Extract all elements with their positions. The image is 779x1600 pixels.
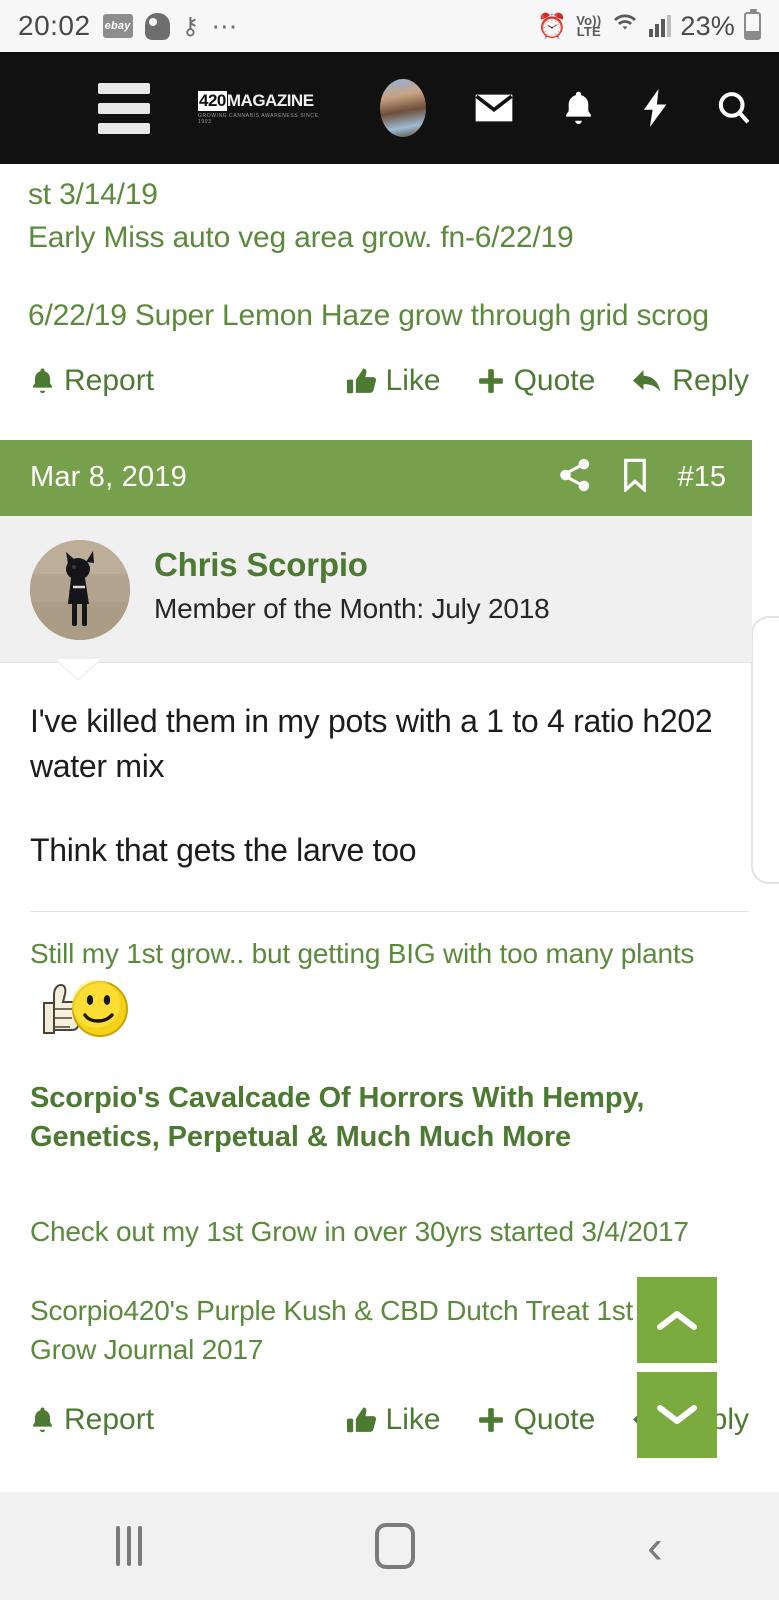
post-date: Mar 8, 2019	[30, 461, 187, 494]
home-icon	[374, 1523, 415, 1569]
android-navigation-bar: ‹	[0, 1492, 779, 1600]
quote-button[interactable]: Quote	[477, 363, 596, 398]
author-notch	[56, 660, 100, 681]
site-navbar: 420 MAGAZINE GROWING CANNABIS AWARENESS S…	[0, 52, 779, 164]
scroll-down-button[interactable]	[637, 1372, 717, 1458]
author-name[interactable]: Chris Scorpio	[154, 546, 550, 584]
bell-icon[interactable]	[562, 90, 595, 126]
thumbs-up-smiley-emoticon	[30, 977, 135, 1039]
quote-button[interactable]: Quote	[477, 1403, 596, 1437]
cellular-signal-icon	[649, 15, 672, 37]
ghost-app-icon	[144, 12, 170, 40]
signature-line-1: Still my 1st grow.. but getting BIG with…	[30, 938, 695, 970]
report-button[interactable]: Report	[30, 1403, 154, 1437]
dog-avatar-image	[30, 539, 130, 640]
prev-sig-line-2[interactable]: Early Miss auto veg area grow. fn-6/22/1…	[28, 217, 751, 260]
report-label: Report	[64, 363, 155, 397]
mail-icon[interactable]	[474, 93, 514, 123]
recents-icon	[116, 1526, 143, 1566]
post-number: #15	[677, 461, 726, 494]
lightning-icon[interactable]	[643, 89, 669, 127]
previous-post-actions: Report Like Quote Reply	[0, 338, 779, 428]
ebay-icon: ebay	[102, 14, 133, 38]
battery-icon	[744, 9, 761, 40]
like-label: Like	[385, 1403, 441, 1437]
battery-percent-label: 23%	[680, 10, 735, 41]
signature-link-bold[interactable]: Scorpio's Cavalcade Of Horrors With Hemp…	[30, 1079, 749, 1157]
status-bar-time: 20:02	[18, 10, 91, 41]
avatar[interactable]	[380, 79, 426, 137]
like-button[interactable]: Like	[346, 1403, 441, 1437]
site-logo-tagline: GROWING CANNABIS AWARENESS SINCE 1993	[198, 113, 319, 125]
author-title: Member of the Month: July 2018	[154, 592, 550, 624]
quote-label: Quote	[513, 1403, 596, 1437]
hamburger-menu-icon[interactable]	[98, 82, 150, 134]
post-author-block: Chris Scorpio Member of the Month: July …	[0, 515, 752, 681]
search-icon[interactable]	[717, 90, 751, 126]
reply-button[interactable]: Reply	[631, 364, 749, 398]
post-header-bar: Mar 8, 2019 #15	[0, 439, 752, 516]
scroll-up-button[interactable]	[637, 1277, 717, 1363]
volte-bottom-label: LTE	[576, 24, 601, 39]
prev-sig-line-1: st 3/14/19	[28, 178, 158, 211]
reply-label: Reply	[672, 363, 749, 397]
post-paragraph-2: Think that gets the larve too	[30, 831, 417, 868]
report-label: Report	[64, 1403, 155, 1437]
alarm-icon: ⏰	[537, 12, 568, 40]
recents-button[interactable]	[116, 1526, 143, 1566]
like-label: Like	[385, 363, 441, 397]
wifi-icon	[610, 11, 640, 41]
home-button[interactable]	[374, 1523, 415, 1569]
back-button[interactable]: ‹	[647, 1523, 663, 1570]
author-avatar[interactable]	[30, 539, 130, 640]
chevron-up-icon	[657, 1311, 697, 1330]
overflow-dots-icon: ⋯	[211, 10, 240, 41]
like-button[interactable]: Like	[346, 363, 441, 398]
back-chevron-icon: ‹	[647, 1519, 663, 1573]
volte-icon: Vo)) LTE	[576, 14, 601, 39]
share-icon[interactable]	[558, 458, 592, 497]
quote-label: Quote	[513, 363, 596, 397]
phone-screen: 20:02 ebay ⚷ ⋯ ⏰ Vo)) LTE 23% 420 MAGAZI…	[0, 0, 779, 1600]
chevron-down-icon	[657, 1405, 697, 1424]
post-body: I've killed them in my pots with a 1 to …	[0, 662, 779, 874]
thread-content: st 3/14/19 Early Miss auto veg area grow…	[0, 164, 779, 1468]
site-logo[interactable]: 420 MAGAZINE GROWING CANNABIS AWARENESS S…	[198, 91, 332, 125]
previous-post-signature: st 3/14/19 Early Miss auto veg area grow…	[0, 164, 779, 338]
bookmark-icon[interactable]	[622, 458, 648, 497]
site-logo-text: 420 MAGAZINE	[198, 91, 314, 111]
scroll-buttons	[637, 1277, 717, 1458]
report-button[interactable]: Report	[30, 364, 154, 398]
status-bar: 20:02 ebay ⚷ ⋯ ⏰ Vo)) LTE 23%	[0, 0, 779, 52]
signature-line-2[interactable]: Check out my 1st Grow in over 30yrs star…	[30, 1212, 749, 1251]
key-icon: ⚷	[181, 12, 200, 40]
post-paragraph-1: I've killed them in my pots with a 1 to …	[30, 702, 713, 785]
prev-sig-line-3[interactable]: 6/22/19 Super Lemon Haze grow through gr…	[28, 295, 751, 338]
